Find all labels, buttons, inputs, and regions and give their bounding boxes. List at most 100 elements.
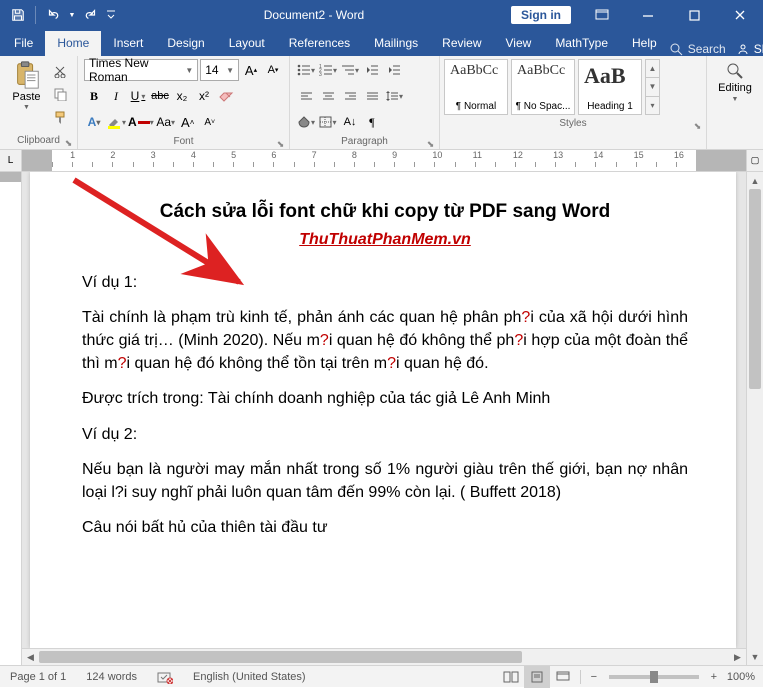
- maximize-icon[interactable]: [671, 0, 717, 30]
- show-marks-icon[interactable]: ¶: [362, 111, 382, 133]
- sort-icon[interactable]: A↓: [340, 111, 360, 133]
- view-read-icon[interactable]: [498, 666, 524, 688]
- text-effects-icon[interactable]: A▾: [84, 111, 104, 133]
- multilevel-icon[interactable]: ▾: [340, 59, 360, 81]
- zoom-level[interactable]: 100%: [723, 671, 763, 683]
- tab-file[interactable]: File: [2, 31, 45, 56]
- tab-references[interactable]: References: [277, 31, 362, 56]
- styles-gallery-scroll[interactable]: ▲ ▼ ▾: [645, 59, 660, 115]
- style-normal[interactable]: AaBbCc ¶ Normal: [444, 59, 508, 115]
- status-language[interactable]: English (United States): [183, 666, 316, 687]
- status-proof-icon[interactable]: [147, 666, 183, 687]
- status-page[interactable]: Page 1 of 1: [0, 666, 76, 687]
- tab-help[interactable]: Help: [620, 31, 669, 56]
- decrease-indent-icon[interactable]: [362, 59, 382, 81]
- save-icon[interactable]: [6, 3, 30, 27]
- clear-format-icon[interactable]: [216, 85, 236, 107]
- borders-icon[interactable]: ▾: [318, 111, 338, 133]
- justify-icon[interactable]: [362, 85, 382, 107]
- doc-site: ThuThuatPhanMem.vn: [82, 228, 688, 251]
- tab-design[interactable]: Design: [155, 31, 216, 56]
- view-web-icon[interactable]: [550, 666, 576, 688]
- strike-button[interactable]: abc: [150, 85, 170, 107]
- subscript-button[interactable]: x₂: [172, 85, 192, 107]
- bold-button[interactable]: B: [84, 85, 104, 107]
- tab-review[interactable]: Review: [430, 31, 493, 56]
- close-icon[interactable]: [717, 0, 763, 30]
- paragraph-launcher-icon[interactable]: ⬊: [424, 136, 437, 149]
- shading-icon[interactable]: ▾: [296, 111, 316, 133]
- qat-customize-icon[interactable]: [105, 3, 117, 27]
- undo-icon[interactable]: [41, 3, 65, 27]
- shrink-font-icon[interactable]: A▾: [263, 59, 283, 81]
- editing-icon[interactable]: [726, 62, 744, 80]
- redo-icon[interactable]: [79, 3, 103, 27]
- vscroll-up-icon[interactable]: ▲: [747, 172, 763, 189]
- tab-selector-icon[interactable]: L: [0, 150, 21, 172]
- style-heading1[interactable]: AaB Heading 1: [578, 59, 642, 115]
- zoom-out-icon[interactable]: −: [585, 666, 603, 688]
- style-no-spacing[interactable]: AaBbCc ¶ No Spac...: [511, 59, 575, 115]
- underline-button[interactable]: U▾: [128, 85, 148, 107]
- vertical-ruler[interactable]: [0, 172, 21, 665]
- styles-up-icon[interactable]: ▲: [646, 60, 659, 78]
- paste-label[interactable]: Paste: [12, 91, 40, 103]
- paste-icon[interactable]: [12, 60, 42, 90]
- font-color-icon[interactable]: A▾: [128, 111, 154, 133]
- tab-insert[interactable]: Insert: [101, 31, 155, 56]
- status-words[interactable]: 124 words: [76, 666, 147, 687]
- tab-home[interactable]: Home: [45, 31, 101, 56]
- shrink-font2-icon[interactable]: A˅: [200, 111, 220, 133]
- highlight-icon[interactable]: ▾: [106, 111, 126, 133]
- line-spacing-icon[interactable]: ▾: [384, 85, 404, 107]
- align-right-icon[interactable]: [340, 85, 360, 107]
- grow-font2-icon[interactable]: A˄: [178, 111, 198, 133]
- horizontal-ruler[interactable]: 1 2 3 4 5 6 7 8 9 10 11 12 13 14 15 16: [22, 150, 746, 172]
- undo-more-icon[interactable]: ▼: [67, 3, 77, 27]
- tab-view[interactable]: View: [494, 31, 544, 56]
- italic-button[interactable]: I: [106, 85, 126, 107]
- hscroll-right-icon[interactable]: ▶: [729, 649, 746, 665]
- zoom-slider[interactable]: [609, 675, 699, 679]
- styles-launcher-icon[interactable]: ⬊: [691, 118, 704, 131]
- sign-in-button[interactable]: Sign in: [511, 6, 571, 24]
- view-print-icon[interactable]: [524, 666, 550, 688]
- hscroll-left-icon[interactable]: ◀: [22, 649, 39, 665]
- vscroll-track[interactable]: [747, 189, 763, 648]
- search-box[interactable]: Search: [669, 42, 726, 56]
- font-size-dropdown[interactable]: 14▼: [200, 59, 239, 81]
- paste-more-icon[interactable]: ▼: [23, 104, 30, 111]
- copy-icon[interactable]: [49, 84, 71, 104]
- tab-layout[interactable]: Layout: [217, 31, 277, 56]
- bullets-icon[interactable]: ▾: [296, 59, 316, 81]
- superscript-button[interactable]: x²: [194, 85, 214, 107]
- grow-font-icon[interactable]: A▴: [241, 59, 261, 81]
- ribbon-display-icon[interactable]: [579, 0, 625, 30]
- align-center-icon[interactable]: [318, 85, 338, 107]
- zoom-in-icon[interactable]: +: [705, 666, 723, 688]
- font-name-dropdown[interactable]: Times New Roman▼: [84, 59, 198, 81]
- font-launcher-icon[interactable]: ⬊: [274, 136, 287, 149]
- numbering-icon[interactable]: 123▾: [318, 59, 338, 81]
- editing-label[interactable]: Editing: [718, 82, 752, 94]
- format-painter-icon[interactable]: [49, 107, 71, 127]
- cut-icon[interactable]: [49, 61, 71, 81]
- vscroll-thumb[interactable]: [749, 189, 761, 389]
- ruler-toggle-icon[interactable]: ▢: [747, 150, 763, 172]
- document-page[interactable]: Cách sửa lỗi font chữ khi copy từ PDF sa…: [30, 172, 736, 648]
- tab-mailings[interactable]: Mailings: [362, 31, 430, 56]
- hscroll-thumb[interactable]: [39, 651, 522, 663]
- minimize-icon[interactable]: [625, 0, 671, 30]
- increase-indent-icon[interactable]: [384, 59, 404, 81]
- hscroll-track[interactable]: [39, 649, 729, 665]
- editing-more-icon[interactable]: ▼: [732, 96, 739, 103]
- share-button[interactable]: Share: [736, 42, 763, 56]
- vscroll-down-icon[interactable]: ▼: [747, 648, 763, 665]
- change-case-button[interactable]: Aa▾: [156, 111, 176, 133]
- share-label: Share: [754, 42, 763, 56]
- clipboard-launcher-icon[interactable]: ⬊: [62, 135, 75, 148]
- styles-more-icon[interactable]: ▾: [646, 97, 659, 114]
- align-left-icon[interactable]: [296, 85, 316, 107]
- tab-mathtype[interactable]: MathType: [543, 31, 620, 56]
- styles-down-icon[interactable]: ▼: [646, 78, 659, 96]
